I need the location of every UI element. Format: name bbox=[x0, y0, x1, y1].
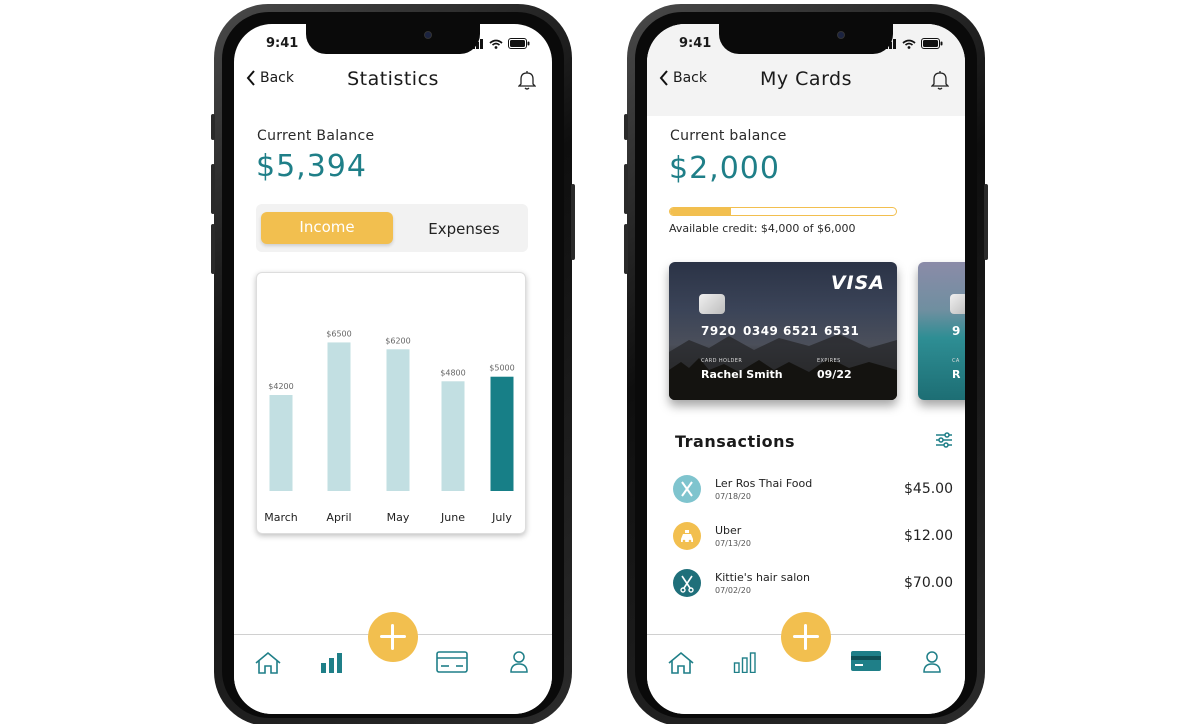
home-icon bbox=[668, 651, 694, 674]
transaction-name: Kittie's hair salon bbox=[715, 571, 810, 584]
transaction-name: Ler Ros Thai Food bbox=[715, 477, 813, 490]
notch bbox=[719, 24, 893, 54]
available-credit: Available credit: $4,000 of $6,000 bbox=[669, 222, 856, 235]
transaction-date: 07/02/20 bbox=[715, 586, 751, 595]
phone-my-cards: 9:41 Back My Cards Current balance $2,00… bbox=[624, 4, 988, 724]
bar-value-label: $4200 bbox=[268, 382, 293, 391]
tab-profile[interactable] bbox=[510, 651, 528, 677]
tab-statistics[interactable] bbox=[320, 651, 344, 677]
status-time: 9:41 bbox=[266, 36, 299, 51]
expires-date: 09/22 bbox=[817, 368, 852, 381]
transaction-row[interactable]: Uber 07/13/20 $12.00 bbox=[673, 522, 953, 552]
tab-profile[interactable] bbox=[923, 651, 941, 677]
bell-icon[interactable] bbox=[517, 70, 537, 94]
transaction-date: 07/18/20 bbox=[715, 492, 751, 501]
expires-label: EXPIRES bbox=[817, 358, 841, 364]
card-number-1: 7920 bbox=[701, 324, 737, 338]
balance-label: Current Balance bbox=[257, 128, 375, 144]
category-label: April bbox=[326, 511, 351, 524]
card-holder-label-fragment: CA bbox=[952, 358, 960, 364]
battery-icon bbox=[508, 38, 530, 49]
transaction-amount: $45.00 bbox=[904, 481, 953, 497]
bar-value-label: $6200 bbox=[385, 336, 410, 345]
page-title: Statistics bbox=[347, 68, 439, 90]
wifi-icon bbox=[902, 39, 916, 49]
transactions-title: Transactions bbox=[675, 432, 796, 451]
status-time: 9:41 bbox=[679, 36, 712, 51]
card-holder-label: CARD HOLDER bbox=[701, 358, 743, 364]
statistics-screen: 9:41 Back Statistics Current Balance $5,… bbox=[234, 24, 552, 714]
expenses-tab[interactable]: Expenses bbox=[404, 212, 524, 244]
balance-value: $2,000 bbox=[669, 151, 780, 186]
credit-card-icon bbox=[436, 651, 468, 673]
home-icon bbox=[255, 651, 281, 674]
transaction-amount: $70.00 bbox=[904, 575, 953, 591]
user-icon bbox=[923, 651, 941, 673]
user-icon bbox=[510, 651, 528, 673]
add-button[interactable] bbox=[368, 612, 418, 662]
category-label: June bbox=[440, 511, 465, 524]
bar-value-label: $4800 bbox=[440, 368, 465, 377]
tab-cards[interactable] bbox=[436, 651, 468, 677]
bar-chart: $4200 March $6500 April $6200 May $4800 June $50… bbox=[264, 329, 515, 524]
card-number-3: 6521 bbox=[783, 324, 819, 338]
bar-june[interactable] bbox=[441, 381, 465, 491]
transaction-row[interactable]: Ler Ros Thai Food 07/18/20 $45.00 bbox=[673, 475, 953, 505]
bar-value-label: $6500 bbox=[326, 329, 351, 338]
credit-progress-bar bbox=[669, 207, 897, 216]
chip-icon bbox=[950, 294, 965, 314]
tab-cards[interactable] bbox=[851, 651, 881, 675]
category-label: July bbox=[491, 511, 512, 524]
filter-icon[interactable] bbox=[935, 432, 953, 452]
card-number-4: 6531 bbox=[824, 324, 860, 338]
card-holder-fragment: R bbox=[952, 368, 961, 381]
credit-card-icon bbox=[851, 651, 881, 671]
battery-icon bbox=[921, 38, 943, 49]
bar-july[interactable] bbox=[490, 376, 514, 491]
income-tab[interactable]: Income bbox=[261, 212, 393, 244]
my-cards-screen: 9:41 Back My Cards Current balance $2,00… bbox=[647, 24, 965, 714]
category-label: May bbox=[387, 511, 410, 524]
bar-may[interactable] bbox=[386, 349, 410, 491]
card-holder-name: Rachel Smith bbox=[701, 368, 783, 381]
income-expenses-toggle: Income Expenses bbox=[256, 204, 528, 252]
credit-card[interactable]: VISA 7920 0349 6521 6531 CARD HOLDER Rac… bbox=[669, 262, 897, 400]
transaction-date: 07/13/20 bbox=[715, 539, 751, 548]
tab-statistics[interactable] bbox=[733, 651, 757, 677]
credit-card-next[interactable]: 9 CA R bbox=[918, 262, 965, 400]
card-number-2: 0349 bbox=[743, 324, 779, 338]
wifi-icon bbox=[489, 39, 503, 49]
transaction-amount: $12.00 bbox=[904, 528, 953, 544]
credit-progress-fill bbox=[670, 208, 732, 215]
tab-home[interactable] bbox=[667, 651, 695, 679]
balance-value: $5,394 bbox=[256, 149, 367, 184]
bell-icon[interactable] bbox=[930, 70, 950, 94]
scissors-icon bbox=[673, 569, 701, 597]
bar-chart-icon bbox=[321, 653, 342, 673]
page-title: My Cards bbox=[759, 68, 853, 90]
chip-icon bbox=[699, 294, 725, 314]
tab-home[interactable] bbox=[254, 651, 282, 679]
card-number-fragment: 9 bbox=[952, 324, 961, 338]
bar-chart-icon bbox=[733, 652, 756, 674]
phone-statistics: 9:41 Back Statistics Current Balance $5,… bbox=[211, 4, 575, 724]
bar-march[interactable] bbox=[269, 395, 293, 491]
taxi-icon bbox=[673, 522, 701, 550]
transaction-row[interactable]: Kittie's hair salon 07/02/20 $70.00 bbox=[673, 569, 953, 599]
bar-value-label: $5000 bbox=[489, 364, 514, 373]
utensils-icon bbox=[673, 475, 701, 503]
add-button[interactable] bbox=[781, 612, 831, 662]
bar-april[interactable] bbox=[327, 342, 351, 491]
balance-label: Current balance bbox=[670, 128, 787, 144]
transaction-name: Uber bbox=[715, 524, 742, 537]
notch bbox=[306, 24, 480, 54]
visa-logo: VISA bbox=[830, 272, 885, 294]
category-label: March bbox=[264, 511, 298, 524]
income-chart: $4200 March $6500 April $6200 May $4800 June $50… bbox=[256, 272, 526, 534]
